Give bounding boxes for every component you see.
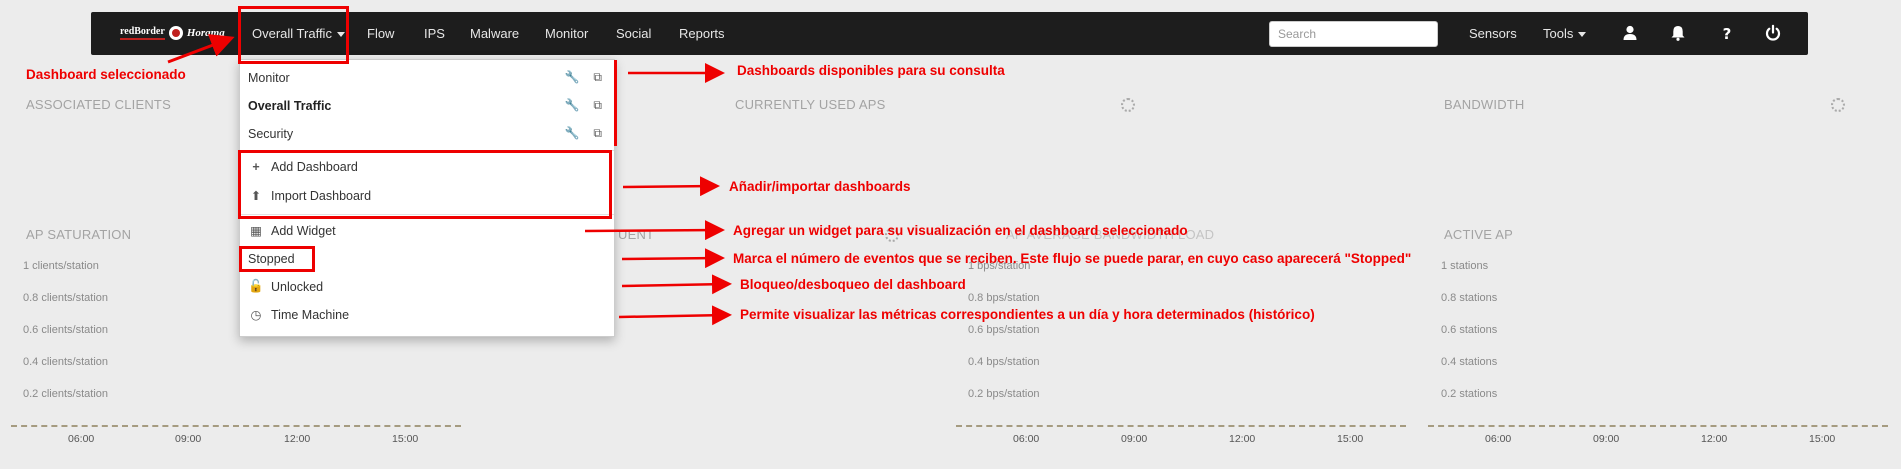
y-axis-label: 0.4 bps/station — [968, 356, 1040, 368]
widget-title-associated-clients: ASSOCIATED CLIENTS — [26, 97, 171, 112]
lock-toggle-item[interactable]: 🔓 Unlocked — [248, 279, 323, 294]
power-icon[interactable] — [1764, 24, 1782, 42]
x-axis-label: 09:00 — [1121, 433, 1148, 445]
x-axis-label: 15:00 — [1809, 433, 1836, 445]
annotation-available-dashboards: Dashboards disponibles para su consulta — [737, 63, 1005, 78]
copy-icon[interactable]: ⧉ — [593, 98, 602, 113]
help-icon[interactable]: ? — [1718, 24, 1736, 42]
x-axis-label: 09:00 — [175, 433, 202, 445]
y-axis-label: 0.4 clients/station — [23, 356, 108, 368]
x-axis-label: 15:00 — [1337, 433, 1364, 445]
time-machine-item[interactable]: ◷ Time Machine — [248, 307, 350, 323]
x-axis-label: 12:00 — [284, 433, 311, 445]
tools-label: Tools — [1543, 26, 1574, 41]
annotation-lock: Bloqueo/desboqueo del dashboard — [740, 277, 966, 292]
x-axis-label: 06:00 — [68, 433, 95, 445]
chart-baseline — [956, 425, 1406, 427]
x-axis-label: 12:00 — [1229, 433, 1256, 445]
dashboard-item-security[interactable]: Security — [248, 125, 293, 142]
svg-text:?: ? — [1723, 25, 1732, 42]
clock-icon: ◷ — [250, 308, 262, 322]
widget-title-currently-used-aps: CURRENTLY USED APS — [735, 97, 886, 112]
annotation-bracket-dashboards — [614, 60, 617, 146]
annotation-box-stopped — [239, 246, 315, 272]
nav-flow[interactable]: Flow — [367, 12, 394, 55]
chart-baseline — [11, 425, 461, 427]
nav-monitor[interactable]: Monitor — [545, 12, 588, 55]
unlock-icon: 🔓 — [248, 279, 264, 293]
widget-title-bandwidth: BANDWIDTH — [1444, 97, 1525, 112]
annotation-add-widget: Agregar un widget para su visualización … — [733, 223, 1188, 238]
add-widget-item[interactable]: ▦ Add Widget — [248, 223, 336, 239]
loading-spinner-icon — [1831, 98, 1845, 112]
widget-title-active-ap: ACTIVE AP — [1444, 227, 1513, 242]
y-axis-label: 0.6 clients/station — [23, 324, 108, 336]
y-axis-label: 0.2 stations — [1441, 388, 1498, 400]
logo-icon — [168, 26, 183, 40]
y-axis-label: 0.2 bps/station — [968, 388, 1040, 400]
nav-sensors[interactable]: Sensors — [1469, 12, 1517, 55]
dashboard-item-overall-traffic[interactable]: Overall Traffic — [248, 97, 331, 114]
chart-baseline — [1428, 425, 1888, 427]
copy-icon[interactable]: ⧉ — [593, 70, 602, 85]
user-icon[interactable] — [1621, 24, 1639, 42]
nav-reports[interactable]: Reports — [679, 12, 725, 55]
y-axis-label: 1 stations — [1441, 260, 1489, 272]
caret-down-icon — [1578, 32, 1587, 38]
grid-icon: ▦ — [250, 224, 262, 238]
annotation-events: Marca el número de eventos que se recibe… — [733, 251, 1412, 266]
nav-social[interactable]: Social — [616, 12, 651, 55]
add-widget-label: Add Widget — [271, 223, 336, 238]
x-axis-label: 06:00 — [1485, 433, 1512, 445]
annotation-time-machine: Permite visualizar las métricas correspo… — [740, 307, 1315, 322]
y-axis-label: 0.4 stations — [1441, 356, 1498, 368]
annotation-add-import: Añadir/importar dashboards — [729, 179, 911, 194]
y-axis-label: 0.6 stations — [1441, 324, 1498, 336]
widget-title-fragment: UENT — [618, 227, 655, 242]
nav-ips[interactable]: IPS — [424, 12, 445, 55]
dashboard-item-monitor[interactable]: Monitor — [248, 69, 290, 86]
unlocked-label: Unlocked — [271, 279, 324, 294]
dashboard-item-tools: 🔧 ⧉ — [564, 98, 602, 113]
nav-malware[interactable]: Malware — [470, 12, 519, 55]
annotation-box-add-import — [238, 150, 612, 219]
x-axis-label: 15:00 — [392, 433, 419, 445]
dashboard-item-tools: 🔧 ⧉ — [564, 126, 602, 141]
bell-icon[interactable] — [1669, 24, 1687, 42]
y-axis-label: 0.6 bps/station — [968, 324, 1040, 336]
annotation-selected-dashboard: Dashboard seleccionado — [26, 67, 186, 82]
brand-logo[interactable]: redBorder Horama — [120, 22, 225, 44]
y-axis-label: 0.8 stations — [1441, 292, 1498, 304]
annotation-box-selected-dashboard — [238, 6, 349, 64]
nav-tools[interactable]: Tools — [1543, 12, 1587, 55]
wrench-icon[interactable]: 🔧 — [564, 98, 579, 113]
y-axis-label: 1 clients/station — [23, 260, 99, 272]
y-axis-label: 0.8 clients/station — [23, 292, 108, 304]
widget-title-ap-saturation: AP SATURATION — [26, 227, 132, 242]
brand-product: Horama — [186, 27, 225, 39]
x-axis-label: 06:00 — [1013, 433, 1040, 445]
copy-icon[interactable]: ⧉ — [593, 126, 602, 141]
time-machine-label: Time Machine — [271, 307, 350, 322]
wrench-icon[interactable]: 🔧 — [564, 126, 579, 141]
wrench-icon[interactable]: 🔧 — [564, 70, 579, 85]
x-axis-label: 09:00 — [1593, 433, 1620, 445]
search-input[interactable] — [1269, 21, 1438, 47]
y-axis-label: 0.2 clients/station — [23, 388, 108, 400]
x-axis-label: 12:00 — [1701, 433, 1728, 445]
y-axis-label: 0.8 bps/station — [968, 292, 1040, 304]
dashboard-item-tools: 🔧 ⧉ — [564, 70, 602, 85]
loading-spinner-icon — [1121, 98, 1135, 112]
brand-name: redBorder — [120, 26, 165, 40]
